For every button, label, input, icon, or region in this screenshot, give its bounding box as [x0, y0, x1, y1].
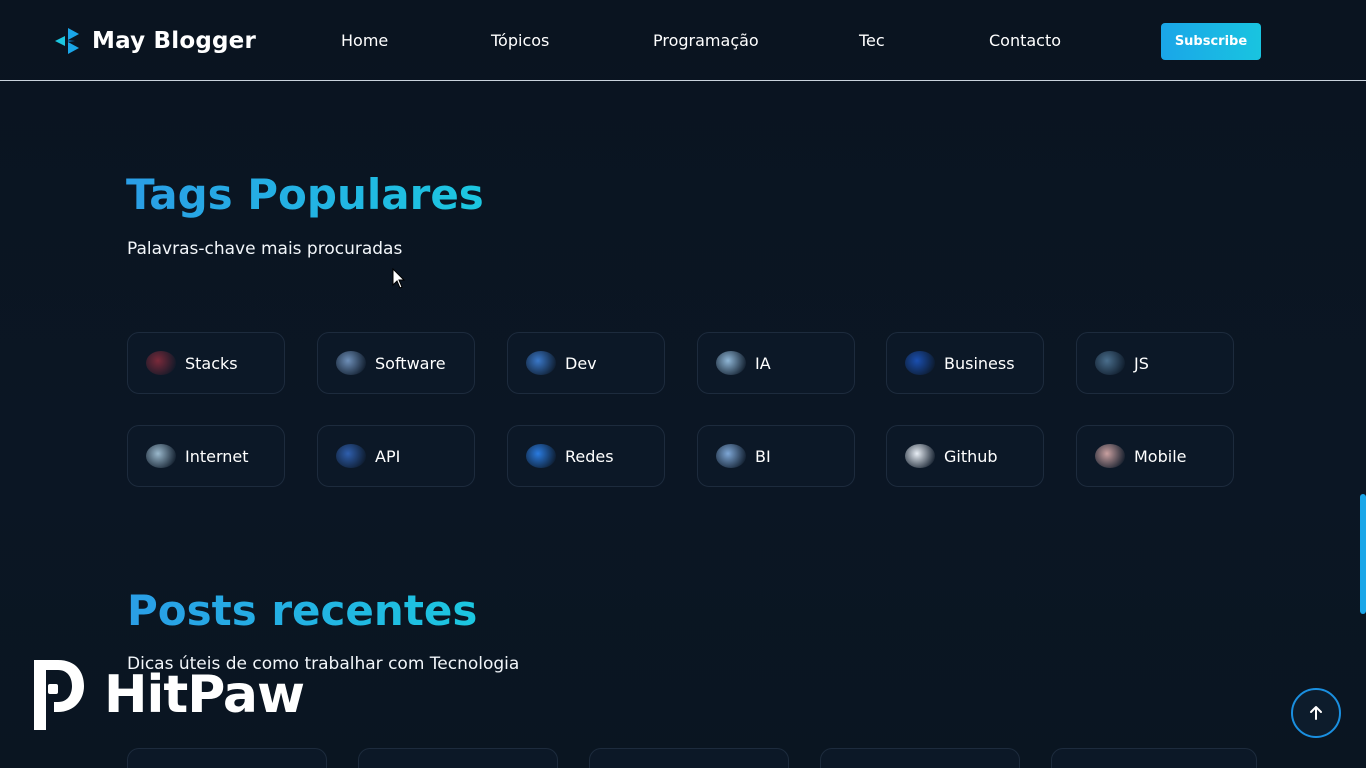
tag-label: Business — [944, 353, 1015, 373]
brand-logo[interactable]: May Blogger — [53, 24, 256, 58]
post-card[interactable] — [1051, 748, 1257, 768]
tag-card-mobile[interactable]: Mobile — [1076, 425, 1234, 487]
tags-section-title: Tags Populares — [126, 170, 484, 219]
tag-label: Software — [375, 353, 446, 373]
tag-label: Stacks — [185, 353, 238, 373]
tag-card-stacks[interactable]: Stacks — [127, 332, 285, 394]
back-to-top-button[interactable] — [1291, 688, 1341, 738]
business-thumb-icon — [905, 351, 935, 375]
tag-card-js[interactable]: JS — [1076, 332, 1234, 394]
tag-card-redes[interactable]: Redes — [507, 425, 665, 487]
tag-label: Internet — [185, 446, 249, 466]
tag-label: BI — [755, 446, 771, 466]
tag-label: Github — [944, 446, 998, 466]
mobile-thumb-icon — [1095, 444, 1125, 468]
nav-programacao[interactable]: Programação — [653, 31, 759, 50]
stacks-thumb-icon — [146, 351, 176, 375]
nav-topicos[interactable]: Tópicos — [491, 31, 549, 50]
tag-label: Redes — [565, 446, 614, 466]
tag-label: JS — [1134, 353, 1149, 373]
mouse-cursor-icon — [392, 268, 406, 289]
redes-thumb-icon — [526, 444, 556, 468]
nav-tec[interactable]: Tec — [859, 31, 885, 50]
tag-card-business[interactable]: Business — [886, 332, 1044, 394]
tag-label: Mobile — [1134, 446, 1187, 466]
tag-label: IA — [755, 353, 771, 373]
software-thumb-icon — [336, 351, 366, 375]
hitpaw-logo-icon — [34, 660, 84, 730]
post-card[interactable] — [589, 748, 789, 768]
nav-home[interactable]: Home — [341, 31, 388, 50]
post-card[interactable] — [820, 748, 1020, 768]
dev-thumb-icon — [526, 351, 556, 375]
tag-label: Dev — [565, 353, 597, 373]
bi-thumb-icon — [716, 444, 746, 468]
brand-logo-icon — [55, 28, 79, 54]
ia-thumb-icon — [716, 351, 746, 375]
js-thumb-icon — [1095, 351, 1125, 375]
nav-contacto[interactable]: Contacto — [989, 31, 1061, 50]
tag-label: API — [375, 446, 401, 466]
tag-card-internet[interactable]: Internet — [127, 425, 285, 487]
tags-section-subtitle: Palavras-chave mais procuradas — [127, 239, 403, 259]
tag-card-api[interactable]: API — [317, 425, 475, 487]
tag-card-bi[interactable]: BI — [697, 425, 855, 487]
tag-card-ia[interactable]: IA — [697, 332, 855, 394]
subscribe-button[interactable]: Subscribe — [1161, 23, 1261, 60]
post-card[interactable] — [127, 748, 327, 768]
top-navbar: May Blogger Home Tópicos Programação Tec… — [0, 0, 1366, 81]
posts-section-title: Posts recentes — [127, 586, 478, 635]
github-icon — [905, 444, 935, 468]
tag-card-software[interactable]: Software — [317, 332, 475, 394]
tag-card-dev[interactable]: Dev — [507, 332, 665, 394]
api-thumb-icon — [336, 444, 366, 468]
post-card[interactable] — [358, 748, 558, 768]
arrow-up-icon — [1310, 706, 1322, 720]
internet-thumb-icon — [146, 444, 176, 468]
brand-name: May Blogger — [92, 28, 256, 54]
hitpaw-watermark-text: HitPaw — [104, 665, 305, 725]
tag-card-github[interactable]: Github — [886, 425, 1044, 487]
hitpaw-watermark: HitPaw — [28, 656, 305, 734]
page-scrollbar-thumb[interactable] — [1360, 494, 1366, 614]
